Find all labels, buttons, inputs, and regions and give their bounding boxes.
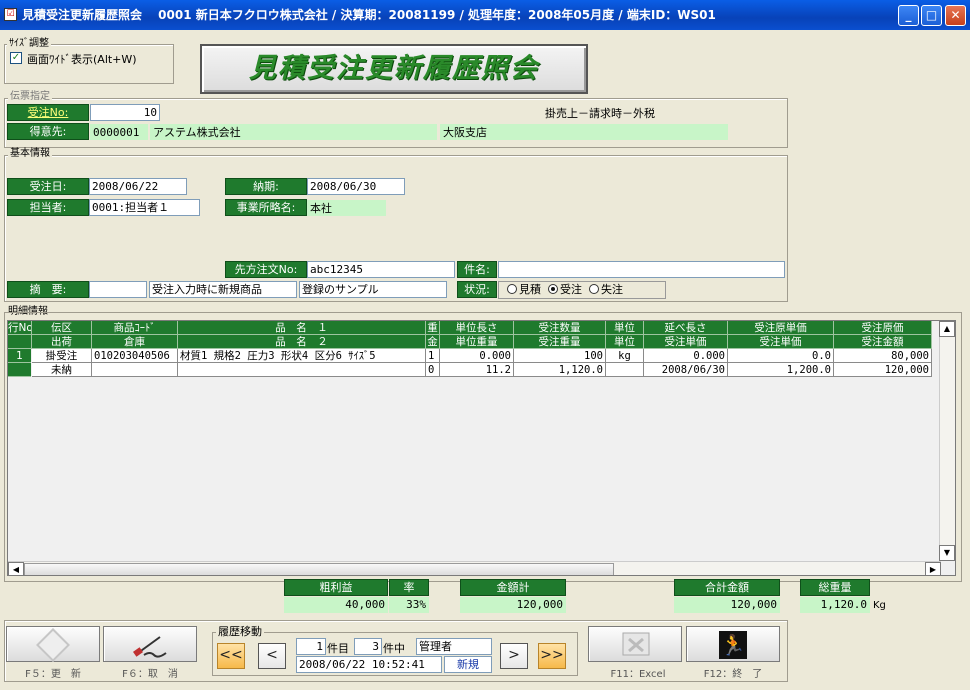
history-total-suffix: 件中: [383, 642, 405, 655]
history-prev-button[interactable]: <: [258, 643, 286, 669]
office-field: 本社: [307, 200, 386, 216]
subject-field[interactable]: [498, 261, 785, 278]
customer-order-field[interactable]: abc12345: [307, 261, 455, 278]
excel-icon: [622, 632, 650, 656]
history-current-suffix: 件目: [327, 642, 349, 655]
grand-total-label: 合計金額: [674, 579, 780, 596]
office-label: 事業所略名:: [225, 199, 307, 216]
order-no-link[interactable]: 受注No:: [28, 106, 69, 119]
status-radio-order[interactable]: 受注: [548, 283, 582, 296]
f12-exit-button[interactable]: 🏃: [686, 626, 780, 662]
exit-runner-icon: 🏃: [719, 631, 747, 659]
branch-field: 大阪支店: [440, 124, 728, 140]
f11-excel-button[interactable]: [588, 626, 682, 662]
memo-text1-field[interactable]: 受注入力時に新規商品: [149, 281, 297, 298]
app-icon: ☑: [4, 8, 17, 21]
history-user: 管理者: [416, 638, 492, 655]
basic-group-label: 基本情報: [8, 148, 52, 160]
size-adjust-label: ｻｲｽﾞ調整: [7, 38, 51, 50]
order-no-label[interactable]: 受注No:: [7, 104, 89, 121]
memo-text2-field[interactable]: 登録のサンプル: [299, 281, 447, 298]
amount-total-value: 120,000: [460, 597, 566, 613]
wide-display-label: 画面ﾜｲﾄﾞ表示(Alt+W): [27, 53, 137, 66]
subject-label: 件名:: [457, 261, 497, 278]
customer-order-label: 先方注文No:: [225, 261, 307, 278]
f5-update-button[interactable]: [6, 626, 100, 662]
status-label: 状況:: [457, 281, 497, 298]
staff-label: 担当者:: [7, 199, 89, 216]
close-button[interactable]: ✕: [945, 5, 966, 26]
customer-name-field: アステム株式会社: [150, 124, 437, 140]
f11-caption: F11：Excel: [610, 669, 666, 680]
window-title: 見積受注更新履歴照会 0001 新日本フクロウ株式会社 / 決算期：200811…: [22, 8, 716, 22]
status-lost-label: 失注: [601, 283, 623, 296]
status-radio-lost[interactable]: 失注: [589, 283, 623, 296]
customer-label: 得意先:: [7, 123, 89, 140]
f5-caption: F５：更 新: [25, 669, 81, 680]
status-estimate-label: 見積: [519, 283, 541, 296]
rate-label: 率: [389, 579, 429, 596]
total-weight-value: 1,120.0: [800, 597, 870, 613]
radio-icon: [589, 284, 599, 294]
f6-caption: F６：取 消: [122, 669, 178, 680]
history-first-button[interactable]: <<: [217, 643, 245, 669]
order-date-field[interactable]: 2008/06/22: [89, 178, 187, 195]
delivery-field[interactable]: 2008/06/30: [307, 178, 405, 195]
amount-total-label: 金額計: [460, 579, 566, 596]
history-total-no: 3: [354, 638, 382, 655]
memo-code-field[interactable]: [89, 281, 147, 298]
slip-group-label: 伝票指定: [8, 91, 52, 103]
form-title: 見積受注更新履歴照会: [200, 44, 588, 94]
grand-total-value: 120,000: [674, 597, 780, 613]
staff-field[interactable]: 0001:担当者１: [89, 199, 200, 216]
radio-icon: [507, 284, 517, 294]
radio-selected-icon: [548, 284, 558, 294]
status-order-label: 受注: [560, 283, 582, 296]
customer-code-field: 0000001: [90, 124, 148, 140]
minimize-button[interactable]: _: [898, 5, 919, 26]
detail-group: [4, 312, 962, 582]
gross-profit-label: 粗利益: [284, 579, 388, 596]
weight-unit: Kg: [873, 600, 886, 611]
total-weight-label: 総重量: [800, 579, 870, 596]
memo-label: 摘 要:: [7, 281, 89, 298]
wide-display-checkbox[interactable]: ✓: [10, 52, 22, 64]
f12-caption: F12：終 了: [703, 669, 763, 680]
order-date-label: 受注日:: [7, 178, 89, 195]
history-mode: 新規: [444, 656, 492, 673]
eraser-icon: [133, 636, 167, 658]
client-area: ｻｲｽﾞ調整 ✓ 画面ﾜｲﾄﾞ表示(Alt+W) 見積受注更新履歴照会 伝票指定…: [0, 30, 970, 690]
history-label: 履歴移動: [216, 625, 264, 638]
status-radio-estimate[interactable]: 見積: [507, 283, 541, 296]
status-radio-group: 見積 受注 失注: [498, 281, 666, 299]
f6-cancel-button[interactable]: [103, 626, 197, 662]
update-icon: [36, 628, 70, 662]
order-no-field[interactable]: 10: [90, 104, 160, 121]
delivery-label: 納期:: [225, 178, 307, 195]
maximize-button[interactable]: □: [921, 5, 942, 26]
history-next-button[interactable]: >: [500, 643, 528, 669]
history-timestamp: 2008/06/22 10:52:41: [296, 656, 442, 673]
gross-profit-value: 40,000: [284, 597, 388, 613]
history-current-no: 1: [296, 638, 326, 655]
window-title-bar[interactable]: 見積受注更新履歴照会 0001 新日本フクロウ株式会社 / 決算期：200811…: [0, 0, 970, 30]
sale-type-text: 掛売上－請求時－外税: [545, 107, 655, 120]
history-last-button[interactable]: >>: [538, 643, 566, 669]
rate-value: 33%: [389, 597, 429, 613]
